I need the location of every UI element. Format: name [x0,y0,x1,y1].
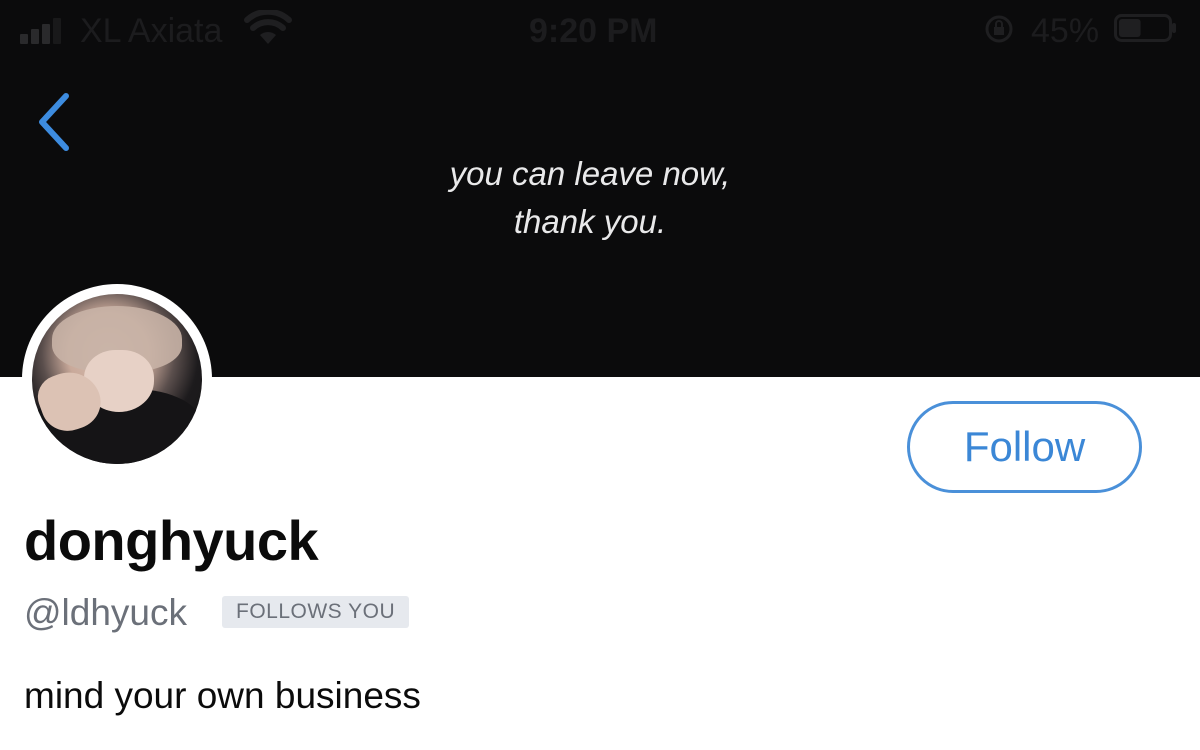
banner-caption: you can leave now, thank you. [0,150,1200,246]
battery-percentage: 45% [1031,12,1100,50]
banner-line-1: you can leave now, [449,155,731,192]
cellular-signal-icon [20,14,70,44]
back-chevron-icon[interactable] [30,88,78,156]
wifi-icon [244,10,292,44]
status-bar: XL Axiata 9:20 PM 45% [0,0,1200,64]
follows-you-badge: FOLLOWS YOU [222,596,410,628]
avatar-photo [32,294,202,464]
follow-button[interactable]: Follow [907,401,1142,493]
profile-screen: XL Axiata 9:20 PM 45% you can leave now,… [0,0,1200,750]
status-time: 9:20 PM [529,12,658,50]
avatar[interactable] [22,284,212,474]
battery-icon [1114,14,1176,42]
banner-line-2: thank you. [513,203,667,240]
user-handle: @ldhyuck [24,592,188,633]
display-name: donghyuck [24,509,319,572]
rotation-lock-icon [985,15,1013,43]
profile-bio: mind your own business [24,675,421,716]
carrier-name: XL Axiata [80,12,223,50]
